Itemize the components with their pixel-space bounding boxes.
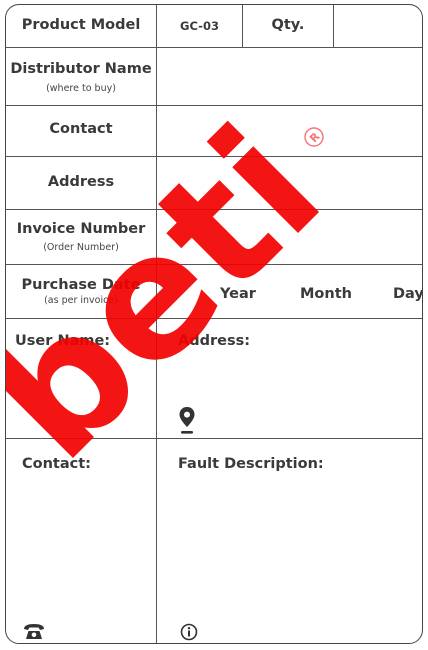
- qty-label: Qty.: [271, 17, 305, 33]
- distributor-name-hint: (where to buy): [46, 83, 116, 94]
- contact-label: Contact: [49, 121, 113, 137]
- info-circle-icon: [180, 623, 198, 641]
- qty-value-field[interactable]: [334, 6, 422, 46]
- product-model-label: Product Model: [21, 17, 141, 33]
- purchase-date-hint: (as per invoice): [44, 295, 118, 306]
- invoice-number-field[interactable]: [157, 210, 422, 264]
- purchase-date-label: Purchase Date: [21, 277, 141, 293]
- year-label: Year: [220, 286, 256, 302]
- fault-description-field[interactable]: [157, 439, 422, 643]
- map-pin-icon: [178, 406, 196, 436]
- row-divider: [6, 264, 422, 265]
- address-label: Address: [47, 174, 115, 190]
- contact-field[interactable]: [157, 106, 422, 156]
- month-label: Month: [300, 286, 352, 302]
- invoice-number-hint: (Order Number): [43, 242, 119, 253]
- address-field[interactable]: [157, 157, 422, 209]
- distributor-name-label: Distributor Name: [10, 61, 152, 77]
- user-contact-field[interactable]: [6, 439, 156, 643]
- user-name-field[interactable]: [6, 319, 156, 438]
- day-label: Day: [393, 286, 423, 302]
- model-value: GC-03: [180, 19, 219, 33]
- telephone-icon: [23, 623, 45, 641]
- user-address-field[interactable]: [157, 319, 422, 438]
- warranty-card: Product Model GC-03 Qty. Distributor Nam…: [5, 4, 423, 644]
- distributor-name-field[interactable]: [157, 48, 422, 105]
- invoice-number-label: Invoice Number: [16, 221, 146, 237]
